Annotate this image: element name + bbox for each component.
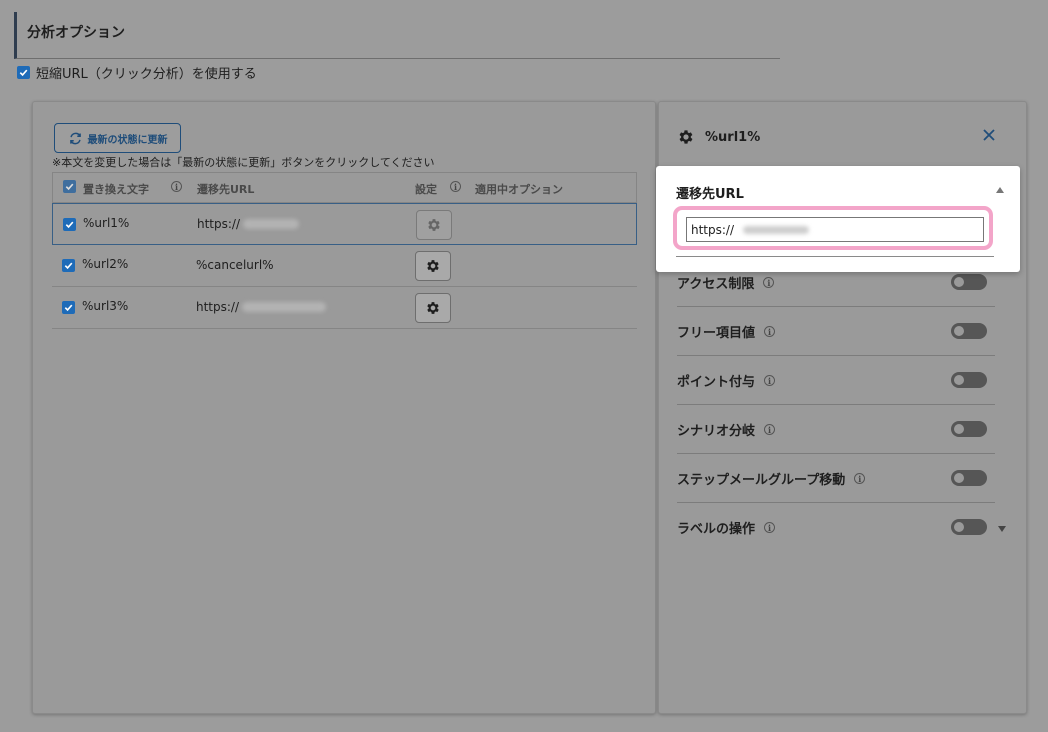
collapse-icon[interactable] [996, 187, 1004, 193]
access-limit-toggle[interactable] [951, 274, 987, 290]
refresh-button-label: 最新の状態に更新 [87, 134, 168, 146]
row-replace-text: %url3% [82, 299, 129, 313]
destination-url-input[interactable] [686, 217, 984, 242]
section-title-text: 分析オプション [27, 25, 125, 41]
blurred-url-text [743, 226, 809, 234]
points-toggle[interactable] [951, 372, 987, 388]
select-all-checkbox[interactable] [63, 180, 76, 193]
gear-icon [427, 302, 439, 314]
option-step-mail-group: ステップメールグループ移動 i [677, 454, 995, 503]
option-label: アクセス制限 [677, 277, 755, 292]
option-label: ポイント付与 [677, 375, 756, 390]
refresh-note: ※本文を変更した場合は「最新の状態に更新」ボタンをクリックしてください [52, 156, 435, 169]
table-row[interactable]: %url3% https:// [52, 287, 637, 329]
option-label: シナリオ分岐 [677, 424, 756, 439]
section-title: 分析オプション [14, 12, 780, 59]
header-replace-text: 置き換え文字 [83, 183, 149, 196]
header-applied-options: 適用中オプション [475, 183, 563, 196]
row-replace-text: %url1% [83, 216, 130, 230]
free-field-toggle[interactable] [951, 323, 987, 339]
settings-panel-header: %url1% [677, 128, 760, 146]
info-icon[interactable]: i [764, 375, 776, 386]
shorten-url-label: 短縮URL（クリック分析）を使用する [36, 67, 257, 82]
step-mail-group-toggle[interactable] [951, 470, 987, 486]
url-list-panel: 最新の状態に更新 ※本文を変更した場合は「最新の状態に更新」ボタンをクリックして… [32, 101, 656, 714]
label-operation-toggle[interactable] [951, 519, 987, 535]
option-label: フリー項目値 [677, 326, 756, 341]
info-icon[interactable]: i [763, 277, 775, 288]
row-destination-url: %cancelurl% [196, 258, 274, 272]
url-table-header: 置き換え文字 i 遷移先URL 設定 i 適用中オプション [52, 172, 637, 203]
option-label: ステップメールグループ移動 [677, 473, 846, 488]
info-icon[interactable]: i [764, 326, 776, 337]
gear-icon [679, 130, 693, 144]
row-checkbox[interactable] [62, 301, 75, 314]
row-destination-url: https:// [197, 217, 300, 231]
option-points: ポイント付与 i [677, 356, 995, 405]
option-label: ラベルの操作 [677, 522, 756, 537]
header-settings: 設定 [415, 183, 437, 196]
option-free-field: フリー項目値 i [677, 307, 995, 356]
option-label-operation: ラベルの操作 i [677, 503, 995, 552]
shorten-url-checkbox[interactable] [17, 66, 30, 79]
destination-url-section: 遷移先URL [656, 166, 1020, 272]
shorten-url-option[interactable]: 短縮URL（クリック分析）を使用する [17, 63, 257, 82]
info-icon[interactable]: i [450, 181, 461, 192]
row-checkbox[interactable] [63, 218, 76, 231]
table-row[interactable]: %url1% https:// [52, 203, 637, 245]
table-row[interactable]: %url2% %cancelurl% [52, 245, 637, 287]
refresh-icon [69, 132, 81, 144]
refresh-button[interactable]: 最新の状態に更新 [54, 123, 181, 153]
option-scenario-branch: シナリオ分岐 i [677, 405, 995, 454]
divider [676, 256, 994, 257]
info-icon[interactable]: i [764, 522, 776, 533]
destination-url-label: 遷移先URL [676, 187, 744, 202]
row-replace-text: %url2% [82, 257, 129, 271]
info-icon[interactable]: i [854, 473, 866, 484]
gear-icon [427, 260, 439, 272]
header-destination-url: 遷移先URL [197, 183, 255, 196]
row-destination-url: https:// [196, 300, 327, 314]
scroll-down-icon[interactable] [998, 526, 1006, 532]
url-table: 置き換え文字 i 遷移先URL 設定 i 適用中オプション %url1% htt… [52, 172, 637, 329]
gear-icon [428, 219, 440, 231]
row-checkbox[interactable] [62, 259, 75, 272]
row-settings-button[interactable] [416, 210, 452, 240]
check-icon [19, 69, 28, 77]
info-icon[interactable]: i [171, 181, 182, 192]
scenario-branch-toggle[interactable] [951, 421, 987, 437]
row-settings-button[interactable] [415, 251, 451, 281]
settings-panel-title: %url1% [705, 129, 761, 145]
info-icon[interactable]: i [764, 424, 776, 435]
destination-url-highlight [673, 206, 993, 250]
close-icon[interactable] [982, 128, 996, 142]
row-settings-button[interactable] [415, 293, 451, 323]
